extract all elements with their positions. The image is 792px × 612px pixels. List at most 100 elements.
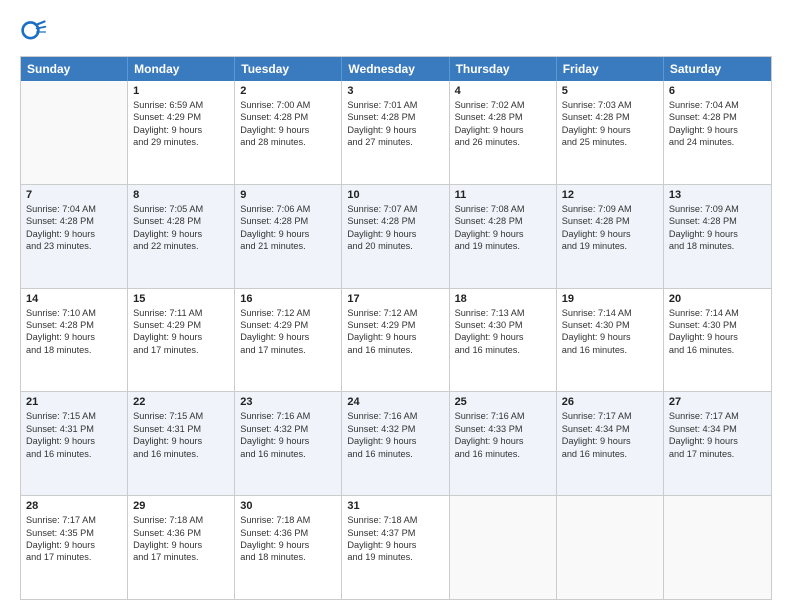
daylight-line1: Daylight: 9 hours bbox=[562, 331, 658, 343]
day-cell-16: 16Sunrise: 7:12 AMSunset: 4:29 PMDayligh… bbox=[235, 289, 342, 392]
daylight-line1: Daylight: 9 hours bbox=[133, 331, 229, 343]
sunset-text: Sunset: 4:28 PM bbox=[562, 111, 658, 123]
sunset-text: Sunset: 4:34 PM bbox=[562, 423, 658, 435]
day-cell-12: 12Sunrise: 7:09 AMSunset: 4:28 PMDayligh… bbox=[557, 185, 664, 288]
daylight-line1: Daylight: 9 hours bbox=[455, 124, 551, 136]
daylight-line2: and 26 minutes. bbox=[455, 136, 551, 148]
day-number: 9 bbox=[240, 189, 336, 201]
daylight-line1: Daylight: 9 hours bbox=[26, 435, 122, 447]
day-cell-7: 7Sunrise: 7:04 AMSunset: 4:28 PMDaylight… bbox=[21, 185, 128, 288]
daylight-line2: and 17 minutes. bbox=[26, 551, 122, 563]
day-number: 21 bbox=[26, 396, 122, 408]
sunset-text: Sunset: 4:28 PM bbox=[562, 215, 658, 227]
day-number: 4 bbox=[455, 85, 551, 97]
calendar-body: 1Sunrise: 6:59 AMSunset: 4:29 PMDaylight… bbox=[21, 81, 771, 599]
sunset-text: Sunset: 4:36 PM bbox=[240, 527, 336, 539]
sunset-text: Sunset: 4:28 PM bbox=[240, 111, 336, 123]
daylight-line2: and 29 minutes. bbox=[133, 136, 229, 148]
day-cell-1: 1Sunrise: 6:59 AMSunset: 4:29 PMDaylight… bbox=[128, 81, 235, 184]
sunset-text: Sunset: 4:28 PM bbox=[133, 215, 229, 227]
sunset-text: Sunset: 4:37 PM bbox=[347, 527, 443, 539]
daylight-line2: and 22 minutes. bbox=[133, 240, 229, 252]
day-number: 20 bbox=[669, 293, 766, 305]
empty-cell bbox=[450, 496, 557, 599]
day-cell-5: 5Sunrise: 7:03 AMSunset: 4:28 PMDaylight… bbox=[557, 81, 664, 184]
daylight-line1: Daylight: 9 hours bbox=[347, 228, 443, 240]
day-cell-17: 17Sunrise: 7:12 AMSunset: 4:29 PMDayligh… bbox=[342, 289, 449, 392]
day-number: 10 bbox=[347, 189, 443, 201]
daylight-line2: and 19 minutes. bbox=[455, 240, 551, 252]
daylight-line2: and 19 minutes. bbox=[347, 551, 443, 563]
day-cell-31: 31Sunrise: 7:18 AMSunset: 4:37 PMDayligh… bbox=[342, 496, 449, 599]
sunrise-text: Sunrise: 7:04 AM bbox=[669, 99, 766, 111]
day-number: 18 bbox=[455, 293, 551, 305]
day-number: 16 bbox=[240, 293, 336, 305]
day-cell-8: 8Sunrise: 7:05 AMSunset: 4:28 PMDaylight… bbox=[128, 185, 235, 288]
sunrise-text: Sunrise: 7:09 AM bbox=[669, 203, 766, 215]
empty-cell bbox=[664, 496, 771, 599]
sunset-text: Sunset: 4:28 PM bbox=[455, 111, 551, 123]
sunset-text: Sunset: 4:33 PM bbox=[455, 423, 551, 435]
sunrise-text: Sunrise: 7:17 AM bbox=[669, 410, 766, 422]
day-number: 2 bbox=[240, 85, 336, 97]
day-number: 3 bbox=[347, 85, 443, 97]
sunset-text: Sunset: 4:31 PM bbox=[133, 423, 229, 435]
daylight-line2: and 16 minutes. bbox=[562, 448, 658, 460]
sunrise-text: Sunrise: 7:09 AM bbox=[562, 203, 658, 215]
day-number: 5 bbox=[562, 85, 658, 97]
daylight-line2: and 16 minutes. bbox=[26, 448, 122, 460]
daylight-line1: Daylight: 9 hours bbox=[26, 539, 122, 551]
day-cell-24: 24Sunrise: 7:16 AMSunset: 4:32 PMDayligh… bbox=[342, 392, 449, 495]
sunrise-text: Sunrise: 7:15 AM bbox=[26, 410, 122, 422]
sunrise-text: Sunrise: 7:14 AM bbox=[669, 307, 766, 319]
sunrise-text: Sunrise: 7:03 AM bbox=[562, 99, 658, 111]
daylight-line2: and 24 minutes. bbox=[669, 136, 766, 148]
day-number: 14 bbox=[26, 293, 122, 305]
daylight-line1: Daylight: 9 hours bbox=[562, 435, 658, 447]
sunset-text: Sunset: 4:32 PM bbox=[347, 423, 443, 435]
daylight-line1: Daylight: 9 hours bbox=[240, 124, 336, 136]
day-cell-29: 29Sunrise: 7:18 AMSunset: 4:36 PMDayligh… bbox=[128, 496, 235, 599]
daylight-line1: Daylight: 9 hours bbox=[455, 331, 551, 343]
daylight-line1: Daylight: 9 hours bbox=[455, 228, 551, 240]
day-number: 17 bbox=[347, 293, 443, 305]
daylight-line1: Daylight: 9 hours bbox=[26, 228, 122, 240]
day-cell-2: 2 Sunrise: 7:00 AMSunset: 4:28 PMDaylight… bbox=[235, 81, 342, 184]
sunrise-text: Sunrise: 7:12 AM bbox=[240, 307, 336, 319]
day-cell-3: 3Sunrise: 7:01 AMSunset: 4:28 PMDaylight… bbox=[342, 81, 449, 184]
daylight-line1: Daylight: 9 hours bbox=[133, 539, 229, 551]
sunrise-text: Sunrise: 7:12 AM bbox=[347, 307, 443, 319]
daylight-line2: and 18 minutes. bbox=[669, 240, 766, 252]
daylight-line1: Daylight: 9 hours bbox=[669, 124, 766, 136]
sunset-text: Sunset: 4:28 PM bbox=[669, 215, 766, 227]
daylight-line2: and 17 minutes. bbox=[133, 551, 229, 563]
daylight-line1: Daylight: 9 hours bbox=[240, 331, 336, 343]
daylight-line1: Daylight: 9 hours bbox=[133, 228, 229, 240]
sunset-text: Sunset: 4:28 PM bbox=[26, 215, 122, 227]
day-number: 11 bbox=[455, 189, 551, 201]
daylight-line2: and 21 minutes. bbox=[240, 240, 336, 252]
sunrise-text: Sunrise: 7:17 AM bbox=[562, 410, 658, 422]
daylight-line2: and 28 minutes. bbox=[240, 136, 336, 148]
day-number: 19 bbox=[562, 293, 658, 305]
sunrise-text: Sunrise: 7:00 AM bbox=[240, 99, 336, 111]
calendar-week-0: 1Sunrise: 6:59 AMSunset: 4:29 PMDaylight… bbox=[21, 81, 771, 184]
sunrise-text: Sunrise: 7:18 AM bbox=[347, 514, 443, 526]
daylight-line1: Daylight: 9 hours bbox=[669, 435, 766, 447]
day-cell-19: 19Sunrise: 7:14 AMSunset: 4:30 PMDayligh… bbox=[557, 289, 664, 392]
sunrise-text: Sunrise: 7:18 AM bbox=[133, 514, 229, 526]
daylight-line2: and 18 minutes. bbox=[240, 551, 336, 563]
sunset-text: Sunset: 4:34 PM bbox=[669, 423, 766, 435]
day-cell-18: 18Sunrise: 7:13 AMSunset: 4:30 PMDayligh… bbox=[450, 289, 557, 392]
day-cell-22: 22Sunrise: 7:15 AMSunset: 4:31 PMDayligh… bbox=[128, 392, 235, 495]
day-number: 12 bbox=[562, 189, 658, 201]
day-cell-14: 14Sunrise: 7:10 AMSunset: 4:28 PMDayligh… bbox=[21, 289, 128, 392]
daylight-line2: and 16 minutes. bbox=[562, 344, 658, 356]
daylight-line2: and 16 minutes. bbox=[669, 344, 766, 356]
sunrise-text: Sunrise: 7:06 AM bbox=[240, 203, 336, 215]
calendar: SundayMondayTuesdayWednesdayThursdayFrid… bbox=[20, 56, 772, 600]
sunset-text: Sunset: 4:31 PM bbox=[26, 423, 122, 435]
day-number: 15 bbox=[133, 293, 229, 305]
calendar-page: SundayMondayTuesdayWednesdayThursdayFrid… bbox=[0, 0, 792, 612]
day-cell-20: 20Sunrise: 7:14 AMSunset: 4:30 PMDayligh… bbox=[664, 289, 771, 392]
